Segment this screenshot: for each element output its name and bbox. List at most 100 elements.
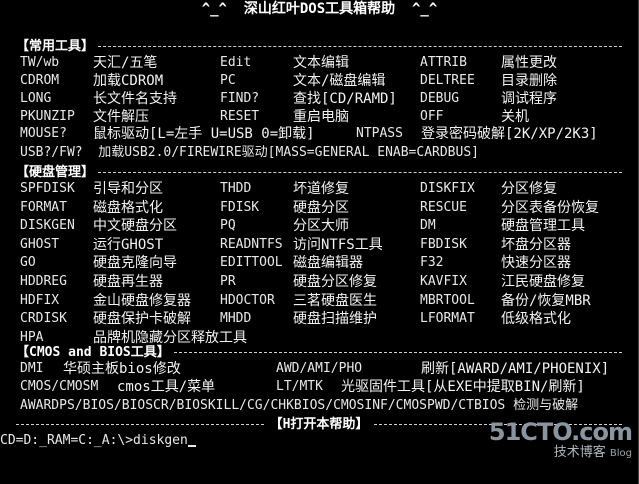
command-name: DEBUG [420, 91, 460, 106]
command-name: RESCUE [420, 199, 467, 215]
section-common-tools: 【常用工具】 [16, 38, 622, 54]
command-desc: 金山硬盘修复器 [93, 292, 191, 309]
tool-row: DISKGEN 中文硬盘分区 PQ 分区大师 DM 硬盘管理工具 [0, 219, 639, 235]
command-name: CRDISK [20, 311, 67, 327]
command-desc: 查找[CD/RAMD] [293, 91, 397, 107]
watermark-sub: 技术博客 [553, 445, 606, 460]
tool-row: HDFIX 金山硬盘修复器 HDOCTOR 三茗硬盘医生 MBRTOOL 备份/恢复MBR [0, 294, 639, 310]
command-desc: 硬盘扫描维护 [293, 311, 377, 328]
command-desc: 三茗硬盘医生 [293, 292, 377, 309]
command-desc: 刷新[AWARD/AMI/PHOENIX] [421, 361, 610, 377]
command-desc: 中文硬盘分区 [93, 218, 177, 235]
command-desc: 坏盘分区器 [501, 236, 571, 253]
command-name: LFORMAT [420, 311, 475, 327]
tool-row: LONG 长文件名支持 FIND? 查找[CD/RAMD] DEBUG 调试程序 [0, 92, 639, 108]
watermark-site: 51CTO.com [488, 418, 633, 446]
command-desc: 磁盘格式化 [93, 199, 163, 216]
command-name: LONG [20, 91, 52, 106]
command-name: EDITTOOL [220, 255, 283, 271]
tool-row: GHOST 运行GHOST READNTFS 访问NTFS工具 FBDISK 坏盘分区器 [0, 238, 639, 254]
command-desc: 硬盘克隆向导 [93, 255, 177, 272]
command-desc: 磁盘编辑器 [293, 255, 363, 272]
command-name: DISKFIX [420, 181, 475, 196]
help-label: 【H打开本帮助】 [269, 416, 369, 432]
command-name: GHOST [20, 236, 60, 252]
command-name: FDISK [220, 199, 260, 215]
tool-row: GO 硬盘克隆向导 EDITTOOL 磁盘编辑器 F32 快速分区器 [0, 256, 639, 272]
command-name: DELTREE [420, 73, 475, 88]
command-name: RESET [220, 109, 260, 124]
command-name: HDFIX [20, 292, 60, 308]
watermark-blog: Blog [609, 448, 632, 459]
dos-screen: ^_^ 深山红叶DOS工具箱帮助 ^_^ 【常用工具】 TW/wb 天汇/五笔 Ed… [0, 0, 639, 484]
tool-row: CRDISK 硬盘保护卡破解 MHDD 硬盘扫描维护 LFORMAT 低级格式化 [0, 312, 639, 328]
text-cursor [187, 435, 196, 447]
command-name: OFF [420, 109, 444, 124]
command-name: DISKGEN [20, 218, 75, 234]
command-desc: cmos工具/菜单 [117, 379, 216, 395]
command-desc: 分区修复 [501, 181, 557, 197]
command-desc: 访问NTFS工具 [293, 236, 383, 253]
screen-title: ^_^ 深山红叶DOS工具箱帮助 ^_^ [201, 1, 438, 17]
prompt-text: CD=D:_RAM=C:_A:\>diskgen [0, 433, 188, 448]
tool-row: CDROM 加载CDROM PC 文本/磁盘编辑 DELTREE 目录删除 [0, 74, 639, 90]
command-name: HDOCTOR [220, 292, 275, 308]
tool-row: CMOS/CMOSM cmos工具/菜单 LT/MTK 光驱固件工具[从EXE中提取B… [0, 380, 639, 396]
command-name: DMI [20, 361, 44, 376]
command-name: DM [420, 218, 436, 234]
command-name: PKUNZIP [20, 109, 75, 124]
command-desc: 文件解压 [93, 109, 149, 125]
cmos-row-bios-tools: AWARDPS/BIOS/BIOSCR/BIOSKILL/CG/CHKBIOS/… [20, 398, 579, 413]
command-name: PQ [220, 218, 236, 234]
command-prompt[interactable]: CD=D:_RAM=C:_A:\>diskgen [0, 434, 196, 447]
command-desc: 备份/恢复MBR [501, 292, 591, 309]
watermark-subtitle: 技术博客 Blog [489, 446, 632, 459]
section-divider [98, 172, 622, 173]
command-desc: 目录删除 [501, 73, 557, 89]
command-desc: 快速分区器 [501, 255, 571, 272]
command-name: TW/wb [20, 55, 60, 70]
command-desc: 品牌机隐藏分区释放工具 [93, 329, 247, 346]
command-desc: 华硕主板bios修改 [63, 361, 181, 377]
section-divider [173, 352, 622, 353]
command-desc: 调试程序 [501, 91, 557, 107]
command-desc: 光驱固件工具[从EXE中提取BIN/刷新] [341, 379, 585, 395]
tool-row: HDDREG 硬盘再生器 PR 硬盘分区修复 KAVFIX 江民硬盘修复 [0, 275, 639, 291]
command-name: MBRTOOL [420, 292, 475, 308]
command-desc: 重启电脑 [293, 109, 349, 125]
tool-row: PKUNZIP 文件解压 RESET 重启电脑 OFF 关机 [0, 110, 639, 126]
command-name: PR [220, 274, 236, 289]
command-desc: 硬盘管理工具 [501, 218, 585, 235]
command-name: LT/MTK [276, 379, 323, 394]
command-name: FORMAT [20, 199, 67, 215]
command-desc: 文本/磁盘编辑 [293, 73, 386, 89]
command-desc: 坏道修复 [293, 181, 349, 197]
command-name: FIND? [220, 91, 260, 106]
command-desc: 低级格式化 [501, 311, 571, 328]
section-disk-management: 【硬盘管理】 [16, 164, 622, 180]
command-name: CDROM [20, 73, 60, 88]
command-name: MHDD [220, 311, 252, 327]
command-desc: 分区大师 [293, 218, 349, 235]
section-disk-label: 【硬盘管理】 [16, 164, 95, 180]
command-name: PC [220, 73, 236, 88]
command-desc: 运行GHOST [93, 236, 164, 253]
command-desc: 文本编辑 [293, 55, 349, 71]
command-desc: 硬盘保护卡破解 [93, 311, 191, 328]
section-divider [98, 46, 622, 47]
tool-row: TW/wb 天汇/五笔 Edit 文本编辑 ATTRIB 属性更改 [0, 56, 639, 72]
command-desc: 长文件名支持 [93, 91, 177, 107]
tool-row: DMI 华硕主板bios修改 AWD/AMI/PHO 刷新[AWARD/AMI/PHO… [0, 362, 639, 378]
watermark-logo: 51CTO.com 技术博客 Blog [488, 418, 633, 459]
command-name: HDDREG [20, 274, 67, 289]
command-name: HPA [20, 329, 44, 345]
command-name: READNTFS [220, 236, 283, 252]
command-name: NTPASS [356, 126, 403, 141]
section-cmos-label: 【CMOS and BIOS工具】 [16, 344, 170, 360]
command-name: FBDISK [420, 236, 467, 252]
command-desc: 鼠标驱动[L=左手 U=USB 0=卸载] [93, 126, 315, 142]
command-name: Edit [220, 55, 252, 70]
command-desc: 硬盘再生器 [93, 274, 163, 290]
command-name: F32 [420, 255, 444, 271]
command-desc: 引导和分区 [93, 181, 163, 197]
